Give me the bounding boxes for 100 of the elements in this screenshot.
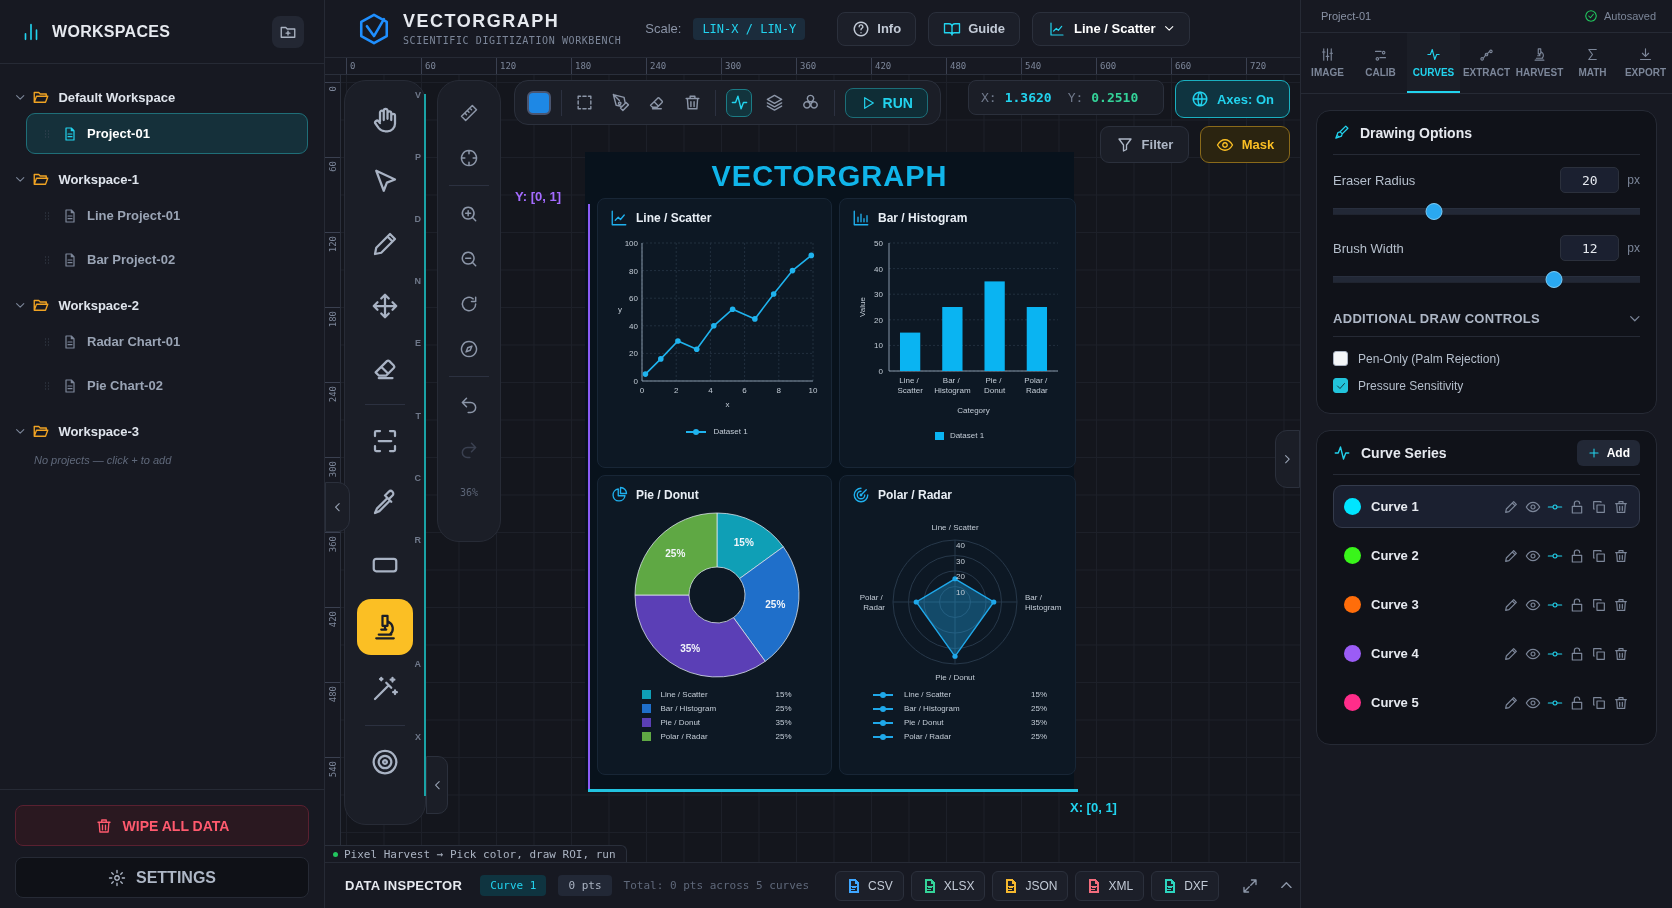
axis-title: x <box>725 400 730 409</box>
category-label: Bar / Histogram <box>934 376 971 395</box>
workspace-name[interactable]: Workspace-2 <box>58 297 140 313</box>
unlock-icon[interactable] <box>1569 694 1585 711</box>
trash-icon[interactable] <box>1613 645 1629 662</box>
chevron-icon[interactable] <box>1630 315 1640 322</box>
panel-tab[interactable]: MATH <box>1566 33 1619 93</box>
unit-label: px <box>1627 173 1640 187</box>
pulse-icon <box>1426 46 1441 62</box>
info-button[interactable]: Info <box>837 11 917 46</box>
legend-label: Line / Scatter <box>904 690 953 699</box>
wipe-data-button[interactable]: WIPE ALL DATA <box>15 805 309 846</box>
new-workspace-button[interactable] <box>272 15 304 48</box>
ruler-label: 120 <box>496 58 571 74</box>
shortcut-key: N <box>414 276 421 286</box>
panel-tab[interactable]: CURVES <box>1407 33 1460 93</box>
workspace-name[interactable]: Workspace-1 <box>58 171 140 187</box>
copy-icon[interactable] <box>1591 645 1607 662</box>
file-icon <box>62 251 78 268</box>
unlock-icon[interactable] <box>1569 596 1585 613</box>
number-field[interactable]: 12 <box>1560 235 1620 261</box>
trash-icon[interactable] <box>1613 498 1629 515</box>
tick-label: 6 <box>742 386 747 395</box>
curve-row[interactable]: Curve 5 <box>1333 681 1640 724</box>
chevron-icon[interactable] <box>16 176 25 182</box>
curve-row[interactable]: Curve 1 <box>1333 485 1640 528</box>
pencil-icon[interactable] <box>1503 694 1519 711</box>
trash-icon <box>682 93 702 112</box>
export-button[interactable]: XML <box>1075 870 1145 901</box>
brush-icon <box>1333 124 1350 141</box>
curve-row[interactable]: Curve 3 <box>1333 583 1640 626</box>
ruler-label: 540 <box>327 760 338 780</box>
workspace-name[interactable]: Workspace-3 <box>58 423 140 439</box>
run-button[interactable]: RUN <box>844 87 928 118</box>
curve-name: Curve 3 <box>1371 597 1420 612</box>
workspace-name[interactable]: Default Workspace <box>58 89 176 105</box>
pencil-icon[interactable] <box>1503 498 1519 515</box>
ruler-label: 360 <box>327 535 338 555</box>
export-button[interactable]: XLSX <box>910 870 986 901</box>
chevron-icon[interactable] <box>16 428 25 434</box>
coord-label: Y: <box>1067 90 1084 105</box>
color-swatch[interactable] <box>527 90 551 115</box>
slice-label: 25% <box>664 548 685 560</box>
legend-label: Bar / Histogram <box>904 704 961 713</box>
tick-label: 60 <box>629 294 638 304</box>
pencil-icon[interactable] <box>1503 596 1519 613</box>
export-button[interactable]: DXF <box>1151 870 1220 901</box>
data-point <box>952 653 958 659</box>
guide-button[interactable]: Guide <box>928 11 1020 46</box>
pencil-icon[interactable] <box>1503 645 1519 662</box>
pencil-icon[interactable] <box>1503 547 1519 564</box>
copy-icon[interactable] <box>1591 498 1607 515</box>
panel-tab[interactable]: EXPORT <box>1619 33 1672 93</box>
number-field[interactable]: 20 <box>1560 167 1620 193</box>
project-item[interactable]: Project-01 <box>26 113 308 154</box>
settings-button[interactable]: SETTINGS <box>15 857 309 898</box>
toolbar-button[interactable] <box>726 88 753 117</box>
panel-tab[interactable]: IMAGE <box>1301 33 1354 93</box>
project-item[interactable]: Bar Project-02 <box>26 239 308 280</box>
compass-icon <box>459 339 479 359</box>
add-button[interactable]: Add <box>1576 439 1640 466</box>
sliders-icon <box>1320 46 1335 62</box>
export-button[interactable]: CSV <box>835 870 904 901</box>
copy-icon[interactable] <box>1591 547 1607 564</box>
checkbox[interactable] <box>1333 351 1348 366</box>
panel-tab[interactable]: CALIB <box>1354 33 1407 93</box>
trash-icon[interactable] <box>1613 596 1629 613</box>
chevron-icon[interactable] <box>16 302 25 308</box>
tool-button[interactable] <box>357 599 413 655</box>
copy-icon[interactable] <box>1591 694 1607 711</box>
curve-row[interactable]: Curve 4 <box>1333 632 1640 675</box>
checkbox[interactable] <box>1333 378 1348 393</box>
curve-row[interactable]: Curve 2 <box>1333 534 1640 577</box>
axes-toggle[interactable]: Axes: On <box>1175 80 1290 118</box>
trash-icon[interactable] <box>1613 694 1629 711</box>
unlock-icon[interactable] <box>1569 645 1585 662</box>
tick-label: 10 <box>874 341 883 351</box>
project-item[interactable]: Pie Chart-02 <box>26 365 308 406</box>
chevron-icon[interactable] <box>16 94 25 100</box>
slider-thumb[interactable] <box>1545 271 1563 288</box>
copy-icon[interactable] <box>1591 596 1607 613</box>
setting-label: Eraser Radius <box>1333 172 1417 188</box>
project-item[interactable]: Line Project-01 <box>26 195 308 236</box>
filter-button[interactable]: Filter <box>1100 126 1189 163</box>
pen-icon <box>611 93 631 112</box>
curve-badge: Curve 1 <box>480 875 547 896</box>
panel-tab[interactable]: HARVEST <box>1513 33 1566 93</box>
unlock-icon[interactable] <box>1569 498 1585 515</box>
slider-thumb[interactable] <box>1425 203 1443 220</box>
trash-icon[interactable] <box>1613 547 1629 564</box>
mask-button[interactable]: Mask <box>1200 126 1290 163</box>
chart-type-dropdown[interactable]: Line / Scatter <box>1031 11 1190 46</box>
export-button[interactable]: JSON <box>992 870 1069 901</box>
chevron-right-icon <box>1285 454 1290 464</box>
panel-tab[interactable]: EXTRACT <box>1460 33 1513 93</box>
data-point <box>658 356 664 362</box>
project-item[interactable]: Radar Chart-01 <box>26 321 308 362</box>
bar <box>900 332 921 371</box>
microscope-icon <box>1532 46 1547 62</box>
unlock-icon[interactable] <box>1569 547 1585 564</box>
